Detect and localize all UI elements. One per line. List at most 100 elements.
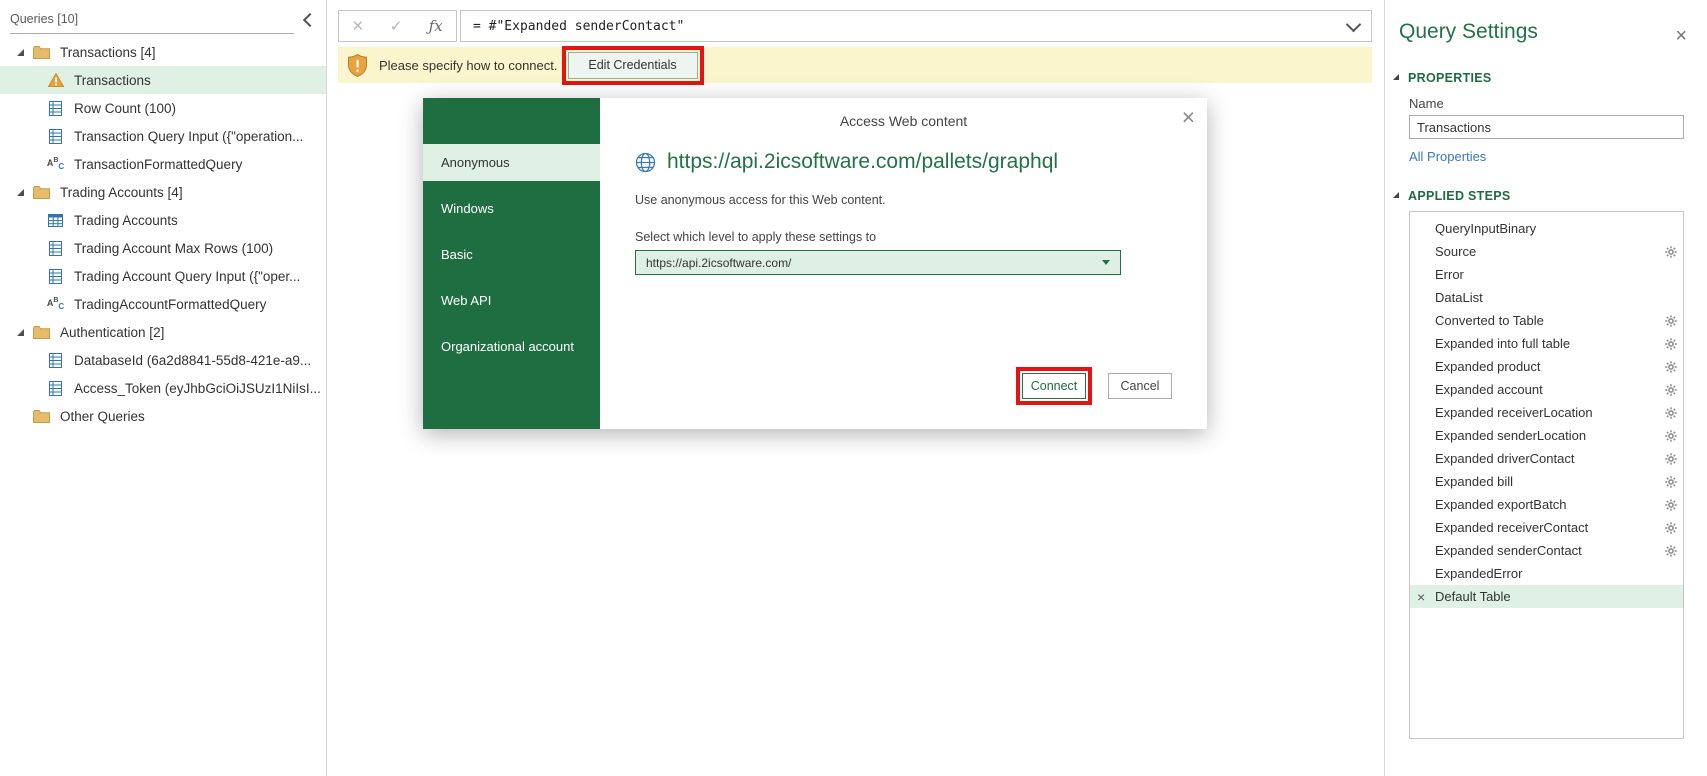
formula-bar: × ✓ ƒx = #"Expanded senderContact" (338, 10, 1372, 42)
collapse-section-icon (1393, 74, 1399, 80)
applied-step-expanded-account[interactable]: Expanded account (1410, 378, 1683, 401)
delete-step-icon[interactable]: × (1417, 590, 1435, 604)
applied-steps-section-header[interactable]: APPLIED STEPS (1393, 189, 1707, 203)
step-label: Expanded driverContact (1435, 451, 1574, 466)
query-item-access-token-eyjhbgcioijsuzi1nii[interactable]: Access_Token (eyJhbGciOiJSUzI1NiIsI... (0, 374, 326, 402)
gear-icon[interactable] (1665, 384, 1677, 396)
gear-icon[interactable] (1665, 499, 1677, 511)
expanded-arrow-icon[interactable] (17, 189, 24, 196)
query-item-trading-accounts[interactable]: Trading Accounts (0, 206, 326, 234)
gear-icon[interactable] (1665, 522, 1677, 534)
query-label: Trading Account Query Input ({"oper... (74, 269, 300, 284)
applied-step-expanded-bill[interactable]: Expanded bill (1410, 470, 1683, 493)
auth-tab-anonymous[interactable]: Anonymous (423, 144, 600, 181)
query-item-trading-account-query-input-oper[interactable]: Trading Account Query Input ({"oper... (0, 262, 326, 290)
formula-commit-icon[interactable]: ✓ (390, 17, 403, 35)
query-tree: Transactions [4] Transactions Row Count (1… (0, 38, 326, 430)
auth-tab-web-api[interactable]: Web API (423, 282, 600, 319)
applied-step-expanded-exportbatch[interactable]: Expanded exportBatch (1410, 493, 1683, 516)
step-label: Default Table (1435, 589, 1511, 604)
applied-step-datalist[interactable]: DataList (1410, 286, 1683, 309)
step-label: Expanded receiverLocation (1435, 405, 1593, 420)
dialog-close-icon[interactable]: × (1182, 106, 1195, 129)
applied-step-expanded-sendercontact[interactable]: Expanded senderContact (1410, 539, 1683, 562)
query-item-databaseid-6a2d8841-55d8-421e-a9[interactable]: DatabaseId (6a2d8841-55d8-421e-a9... (0, 346, 326, 374)
expanded-arrow-icon[interactable] (17, 49, 24, 56)
globe-icon (635, 152, 656, 173)
query-label: Trading Accounts (74, 213, 178, 228)
query-item-tradingaccountformattedquery[interactable]: ABCTradingAccountFormattedQuery (0, 290, 326, 318)
gear-icon[interactable] (1665, 338, 1677, 350)
formula-fx-icon[interactable]: ƒx (429, 17, 443, 35)
level-select-label: Select which level to apply these settin… (635, 230, 1172, 244)
query-item-trading-account-max-rows-100[interactable]: Trading Account Max Rows (100) (0, 234, 326, 262)
query-label: Transactions (74, 73, 151, 88)
query-group-trading-accounts-4[interactable]: Trading Accounts [4] (0, 178, 326, 206)
formula-input[interactable]: = #"Expanded senderContact" (460, 10, 1372, 42)
auth-tab-windows[interactable]: Windows (423, 190, 600, 227)
queries-pane-title: Queries [10] (10, 12, 294, 34)
query-item-transactionformattedquery[interactable]: ABCTransactionFormattedQuery (0, 150, 326, 178)
query-item-transaction-query-input-operatio[interactable]: Transaction Query Input ({"operation... (0, 122, 326, 150)
applied-step-expanded-receivercontact[interactable]: Expanded receiverContact (1410, 516, 1683, 539)
parameter-icon (46, 269, 65, 284)
query-label: Row Count (100) (74, 101, 176, 116)
cancel-button[interactable]: Cancel (1108, 373, 1172, 399)
queries-pane: Queries [10] Transactions [4]Transaction… (0, 0, 327, 776)
all-properties-link[interactable]: All Properties (1409, 149, 1486, 164)
formula-expand-icon[interactable] (1346, 16, 1362, 32)
edit-credentials-button[interactable]: Edit Credentials (568, 52, 698, 79)
gear-icon[interactable] (1665, 545, 1677, 557)
folder-icon (32, 46, 51, 59)
query-group-transactions-4[interactable]: Transactions [4] (0, 38, 326, 66)
expanded-arrow-icon[interactable] (17, 329, 24, 336)
query-group-other-queries[interactable]: Other Queries (0, 402, 326, 430)
step-label: QueryInputBinary (1435, 221, 1536, 236)
access-web-content-dialog: Anonymous Windows Basic Web API Organization… (423, 98, 1207, 429)
query-label: Trading Accounts [4] (60, 185, 183, 200)
step-label: Expanded account (1435, 382, 1543, 397)
gear-icon[interactable] (1665, 453, 1677, 465)
applied-step-source[interactable]: Source (1410, 240, 1683, 263)
applied-step-expanded-senderlocation[interactable]: Expanded senderLocation (1410, 424, 1683, 447)
applied-step-expanded-drivercontact[interactable]: Expanded driverContact (1410, 447, 1683, 470)
level-select-dropdown[interactable]: https://api.2icsoftware.com/ (635, 250, 1121, 275)
edit-credentials-annotation-box: Edit Credentials (562, 46, 704, 85)
query-label: DatabaseId (6a2d8841-55d8-421e-a9... (74, 353, 311, 368)
warning-shield-icon (348, 54, 367, 77)
applied-step-expanded-receiverlocation[interactable]: Expanded receiverLocation (1410, 401, 1683, 424)
query-settings-pane: Query Settings × PROPERTIES Name All Pro… (1384, 0, 1707, 776)
dialog-title: Access Web content (635, 113, 1172, 129)
query-name-input[interactable] (1409, 115, 1684, 139)
applied-step-default-table[interactable]: ×Default Table (1410, 585, 1683, 608)
applied-step-queryinputbinary[interactable]: QueryInputBinary (1410, 217, 1683, 240)
applied-step-converted-to-table[interactable]: Converted to Table (1410, 309, 1683, 332)
formula-cancel-icon[interactable]: × (352, 17, 363, 36)
parameter-icon (46, 241, 65, 256)
applied-step-expanded-into-full-table[interactable]: Expanded into full table (1410, 332, 1683, 355)
properties-section-header[interactable]: PROPERTIES (1393, 71, 1707, 85)
step-label: Expanded bill (1435, 474, 1513, 489)
gear-icon[interactable] (1665, 246, 1677, 258)
auth-tab-organizational-account[interactable]: Organizational account (423, 328, 600, 365)
collapse-queries-pane-icon[interactable] (303, 13, 317, 27)
query-item-row-count-100[interactable]: Row Count (100) (0, 94, 326, 122)
auth-tab-basic[interactable]: Basic (423, 236, 600, 273)
gear-icon[interactable] (1665, 476, 1677, 488)
gear-icon[interactable] (1665, 315, 1677, 327)
query-settings-close-icon[interactable]: × (1675, 26, 1687, 46)
query-label: Transaction Query Input ({"operation... (74, 129, 303, 144)
applied-step-expanded-product[interactable]: Expanded product (1410, 355, 1683, 378)
parameter-icon (46, 353, 65, 368)
query-group-authentication-2[interactable]: Authentication [2] (0, 318, 326, 346)
gear-icon[interactable] (1665, 430, 1677, 442)
connect-button[interactable]: Connect (1022, 373, 1086, 399)
applied-step-error[interactable]: Error (1410, 263, 1683, 286)
query-label: Access_Token (eyJhbGciOiJSUzI1NiIsI... (74, 381, 321, 396)
query-item-transactions[interactable]: Transactions (0, 66, 326, 94)
step-label: ExpandedError (1435, 566, 1522, 581)
gear-icon[interactable] (1665, 361, 1677, 373)
folder-icon (32, 326, 51, 339)
gear-icon[interactable] (1665, 407, 1677, 419)
applied-step-expandederror[interactable]: ExpandedError (1410, 562, 1683, 585)
